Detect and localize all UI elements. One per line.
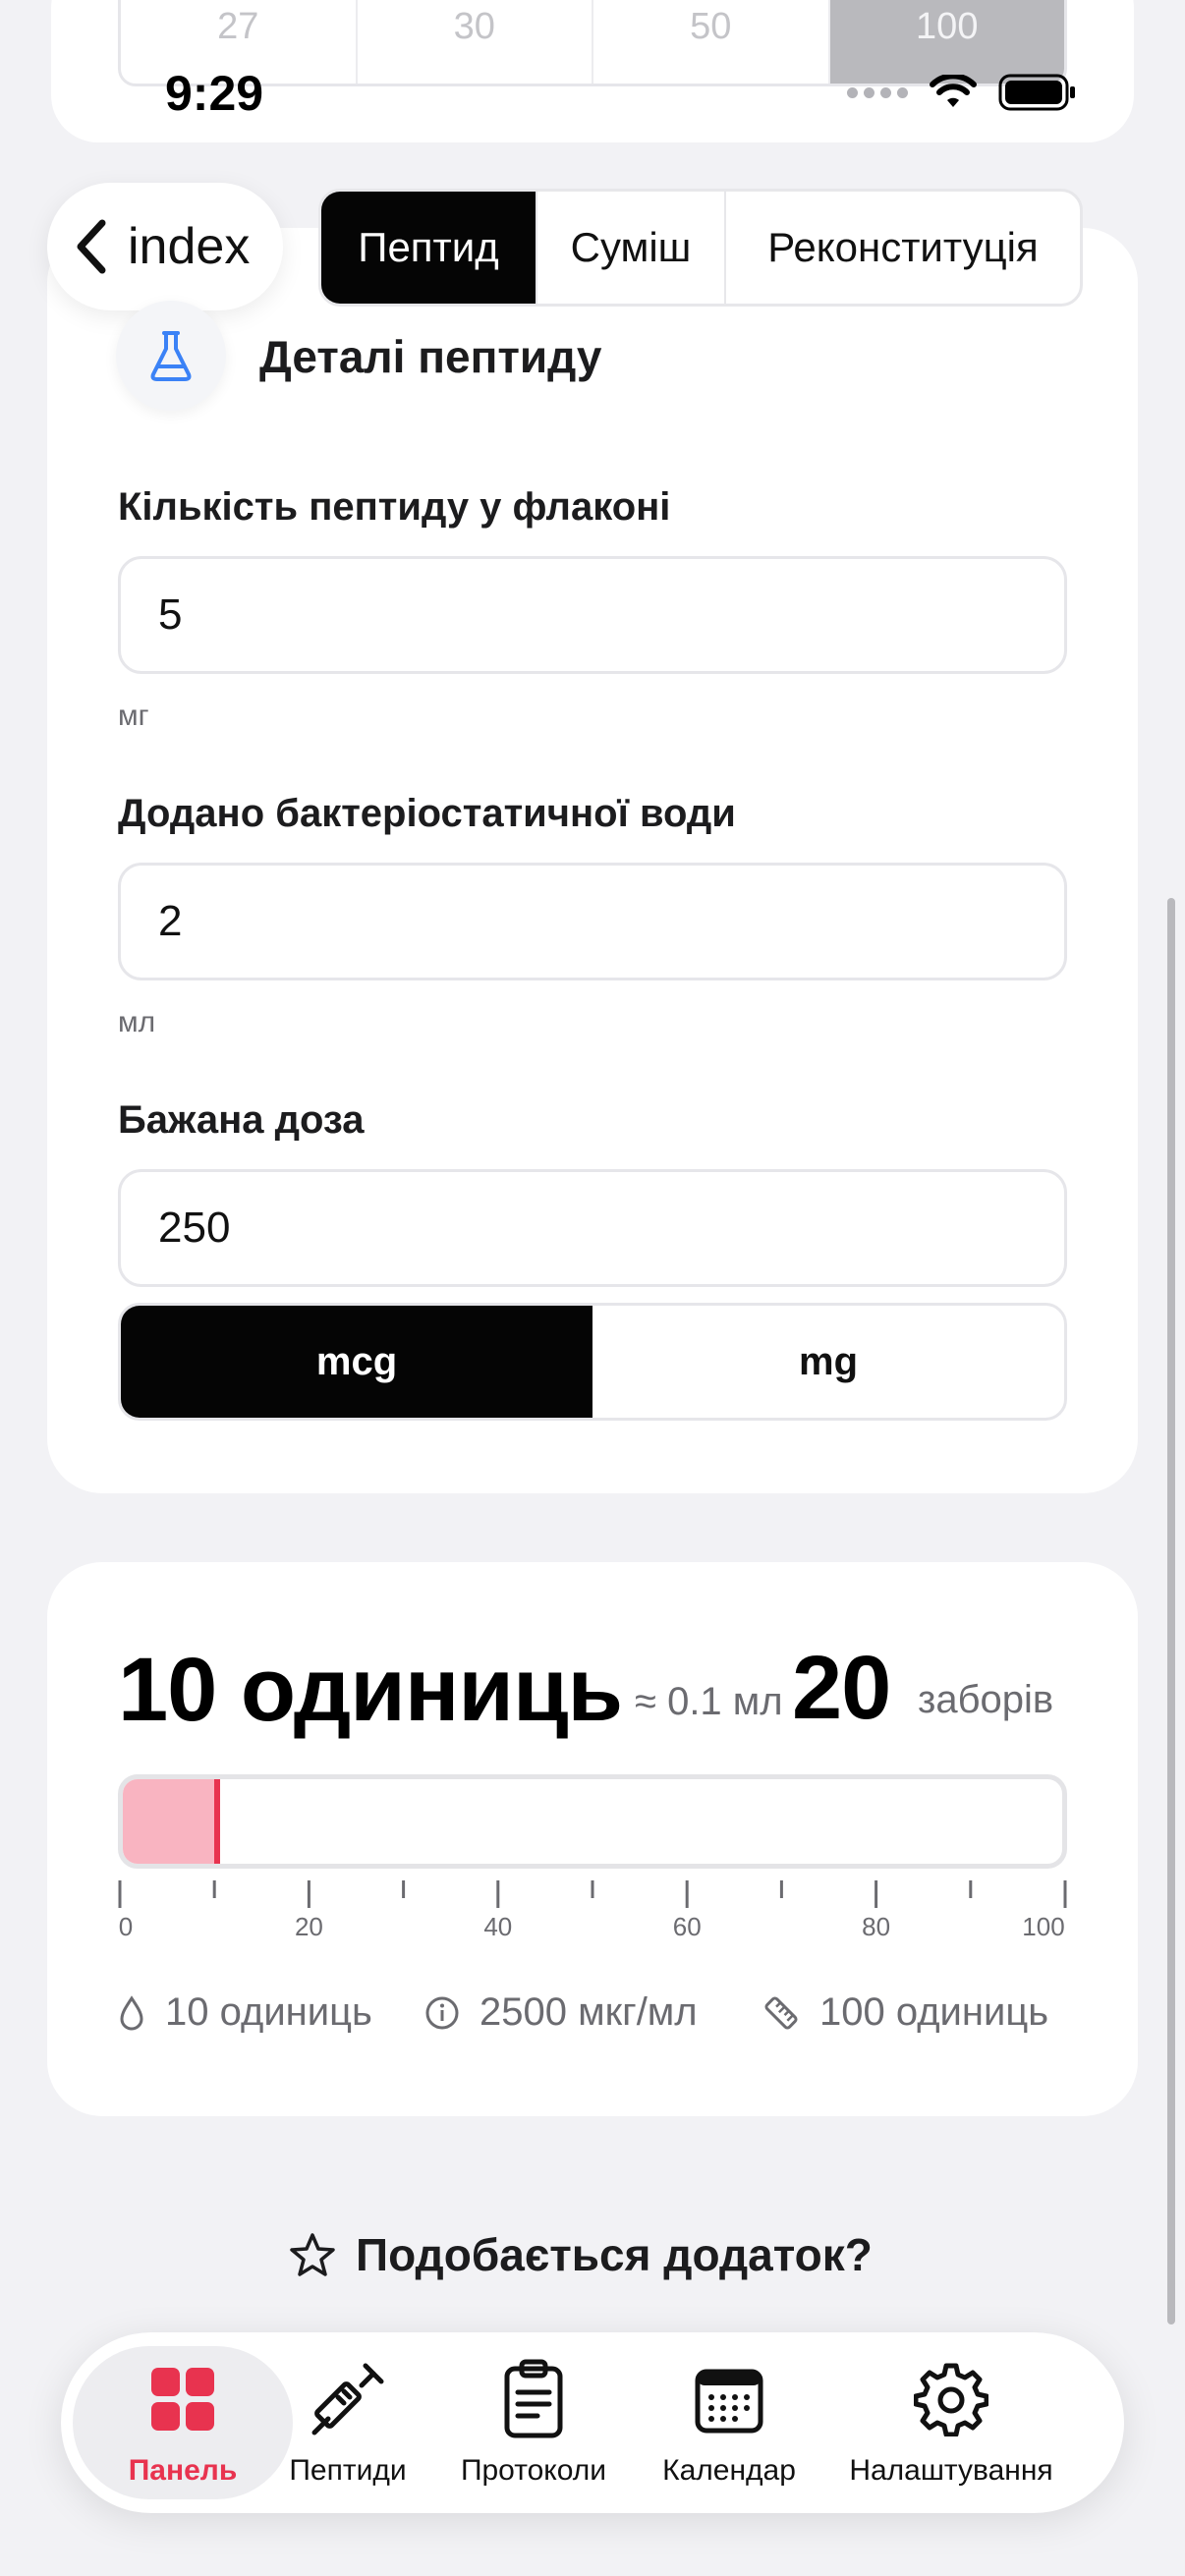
tab-settings-label: Налаштування — [849, 2454, 1053, 2487]
scrollbar[interactable] — [1167, 898, 1175, 2324]
status-time: 9:29 — [165, 66, 264, 121]
tab-settings[interactable]: Налаштування — [835, 2358, 1067, 2488]
tab-reconstitution[interactable]: Реконституція — [726, 192, 1080, 304]
gear-icon — [914, 2363, 988, 2436]
stat-dose-text: 10 одиниць — [165, 1990, 372, 2034]
draws-count: 20 — [792, 1638, 891, 1738]
result-units: 10 одиниць — [118, 1640, 623, 1740]
tab-calendar-label: Календар — [662, 2454, 796, 2487]
dashboard-icon — [151, 2368, 214, 2431]
ruler-icon — [764, 1995, 798, 2030]
water-label: Додано бактеріостатичної води — [118, 792, 736, 835]
calendar-icon — [695, 2369, 763, 2434]
wifi-icon — [930, 75, 977, 107]
back-button-label: index — [128, 218, 251, 275]
flask-icon-badge — [116, 301, 226, 411]
drop-icon — [120, 1994, 143, 2030]
syringe-size-option-selected[interactable]: 100 — [829, 0, 1064, 84]
syringe-fill-marker — [214, 1779, 220, 1864]
card-title: Деталі пептиду — [259, 331, 602, 382]
syringe-fill-bar — [118, 1774, 1067, 1869]
rate-app-label: Подобається додаток? — [356, 2229, 873, 2280]
tab-peptides[interactable]: Пептиди — [279, 2358, 417, 2488]
tab-peptide[interactable]: Пептид — [321, 192, 537, 304]
tab-protocols[interactable]: Протоколи — [450, 2358, 617, 2488]
stat-concentration-text: 2500 мкг/мл — [480, 1990, 698, 2034]
dose-unit-mcg[interactable]: mcg — [121, 1306, 592, 1418]
tab-protocols-label: Протоколи — [460, 2454, 607, 2487]
dose-unit-mg[interactable]: mg — [592, 1306, 1064, 1418]
draws-label: заборів — [918, 1678, 1054, 1721]
flask-icon — [150, 331, 192, 381]
result-volume: ≈ 0.1 мл — [635, 1680, 783, 1723]
syringe-icon — [311, 2363, 384, 2436]
clipboard-icon — [504, 2359, 563, 2438]
tab-peptides-label: Пептиди — [289, 2454, 407, 2487]
back-button[interactable]: index — [47, 183, 283, 310]
result-stats: 10 одиниць 2500 мкг/мл 100 одиниць — [118, 1990, 1067, 2045]
dose-input[interactable]: 250 — [118, 1169, 1067, 1287]
dose-unit-selector[interactable]: mcg mg — [118, 1303, 1067, 1421]
stat-syringe: 100 одиниць — [762, 1990, 1048, 2035]
amount-label: Кількість пептиду у флаконі — [118, 485, 671, 529]
signal-dots-icon — [847, 86, 908, 98]
stat-dose: 10 одиниць — [118, 1990, 372, 2035]
syringe-fill — [123, 1779, 217, 1864]
syringe-size-option[interactable]: 50 — [593, 0, 830, 84]
syringe-size-option[interactable]: 30 — [358, 0, 593, 84]
rate-app-prompt[interactable]: Подобається додаток? — [289, 2228, 873, 2281]
star-icon — [290, 2233, 335, 2276]
status-icons — [847, 73, 1077, 112]
info-icon — [425, 1996, 459, 2029]
water-input[interactable]: 2 — [118, 863, 1067, 980]
tab-calendar[interactable]: Календар — [652, 2358, 806, 2488]
dose-label: Бажана доза — [118, 1098, 365, 1142]
stat-concentration: 2500 мкг/мл — [424, 1990, 698, 2035]
chevron-left-icon — [77, 219, 106, 274]
tab-dashboard-label: Панель — [128, 2454, 238, 2487]
tab-mixture[interactable]: Суміш — [537, 192, 726, 304]
water-unit: мл — [118, 1006, 156, 1038]
tab-dashboard[interactable]: Панель — [120, 2358, 246, 2488]
stat-syringe-text: 100 одиниць — [819, 1990, 1049, 2034]
amount-input[interactable]: 5 — [118, 556, 1067, 674]
battery-icon — [998, 74, 1075, 111]
amount-unit: мг — [118, 700, 149, 732]
mode-selector[interactable]: Пептид Суміш Реконституція — [318, 189, 1083, 307]
